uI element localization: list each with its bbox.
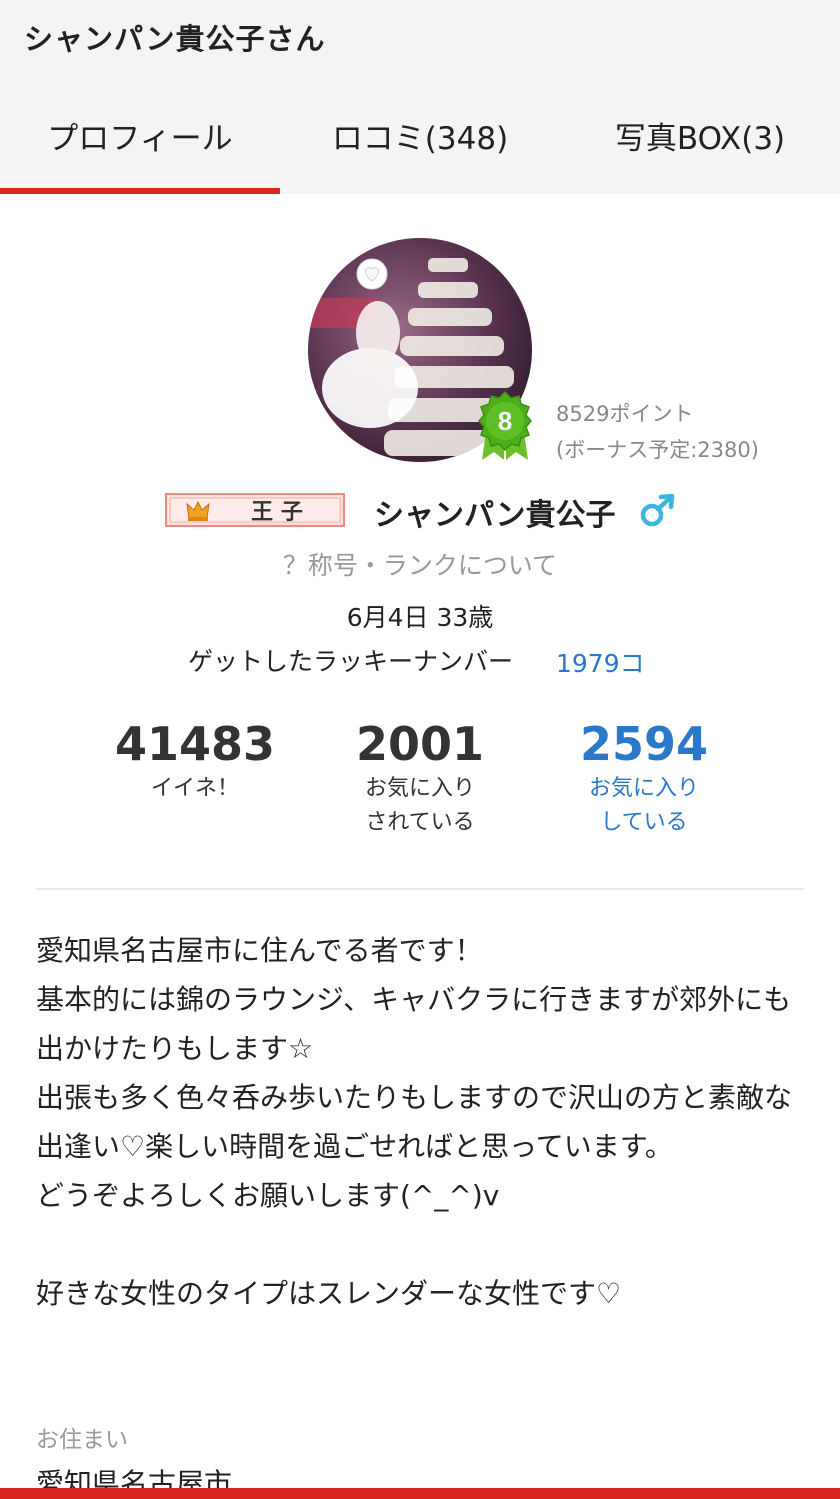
favorited-label-2: されている bbox=[365, 810, 475, 835]
stat-likes: 41483 イイネ！ bbox=[85, 716, 305, 806]
stat-favorited: 2001 お気に入り されている bbox=[310, 716, 530, 840]
male-icon bbox=[638, 493, 678, 528]
likes-count: 41483 bbox=[114, 717, 276, 771]
points-value: 8529ポイント bbox=[556, 402, 694, 426]
bio-line bbox=[36, 1220, 806, 1269]
title-badge-label: 王 子 bbox=[251, 500, 303, 525]
favoriting-label-2[interactable]: している bbox=[534, 806, 754, 840]
rank-info-link[interactable]: ？称号・ランクについて bbox=[0, 546, 840, 582]
favorited-count: 2001 bbox=[355, 717, 485, 771]
bottom-accent-bar bbox=[0, 1488, 840, 1499]
tab-profile[interactable]: プロフィール bbox=[0, 88, 280, 194]
divider bbox=[36, 888, 804, 890]
bio-line: 基本的には錦のラウンジ、キャバクラに行きますが郊外にも出かけたりもします☆ bbox=[36, 983, 792, 1065]
points-info: 8529ポイント (ボーナス予定:2380) bbox=[556, 396, 759, 468]
header: シャンパン貴公子さん プロフィール ロコミ(348) 写真BOX(3) bbox=[0, 0, 840, 194]
lucky-number-count[interactable]: 1979コ bbox=[556, 644, 645, 680]
bio-line: 出張も多く色々呑み歩いたりもしますので沢山の方と素敵な出逢い♡楽しい時間を過ごせ… bbox=[36, 1081, 793, 1163]
page-title: シャンパン貴公子さん bbox=[24, 22, 326, 56]
rank-level: 8 bbox=[498, 406, 512, 436]
bio-line: どうぞよろしくお願いします(^_^)v bbox=[36, 1179, 500, 1212]
user-name: シャンパン貴公子 bbox=[374, 498, 616, 533]
bonus-points: (ボーナス予定:2380) bbox=[556, 438, 759, 462]
likes-label: イイネ！ bbox=[150, 776, 239, 801]
birthday-age: 6月4日 33歳 bbox=[346, 603, 494, 632]
tab-reviews[interactable]: ロコミ(348) bbox=[280, 88, 560, 194]
lucky-number-label: ゲットしたラッキーナンバー bbox=[188, 647, 514, 676]
name-row: 王 子 シャンパン貴公子 bbox=[0, 490, 840, 534]
bio-text: 愛知県名古屋市に住んでる者です！ 基本的には錦のラウンジ、キャバクラに行きますが… bbox=[36, 926, 806, 1318]
rank-level-badge: 8 bbox=[472, 388, 538, 460]
favoriting-label-1[interactable]: お気に入り bbox=[534, 772, 754, 806]
favorited-label-1: お気に入り bbox=[364, 776, 475, 801]
tab-bar: プロフィール ロコミ(348) 写真BOX(3) bbox=[0, 88, 840, 194]
stat-favoriting[interactable]: 2594 お気に入り している bbox=[534, 716, 754, 840]
favoriting-count[interactable]: 2594 bbox=[534, 716, 754, 772]
title-badge: 王 子 bbox=[165, 493, 345, 527]
bio-line: 好きな女性のタイプはスレンダーな女性です♡ bbox=[36, 1277, 622, 1310]
residence-label: お住まい bbox=[36, 1427, 128, 1453]
tab-photo-box[interactable]: 写真BOX(3) bbox=[560, 88, 840, 194]
bio-line: 愛知県名古屋市に住んでる者です！ bbox=[36, 934, 483, 967]
